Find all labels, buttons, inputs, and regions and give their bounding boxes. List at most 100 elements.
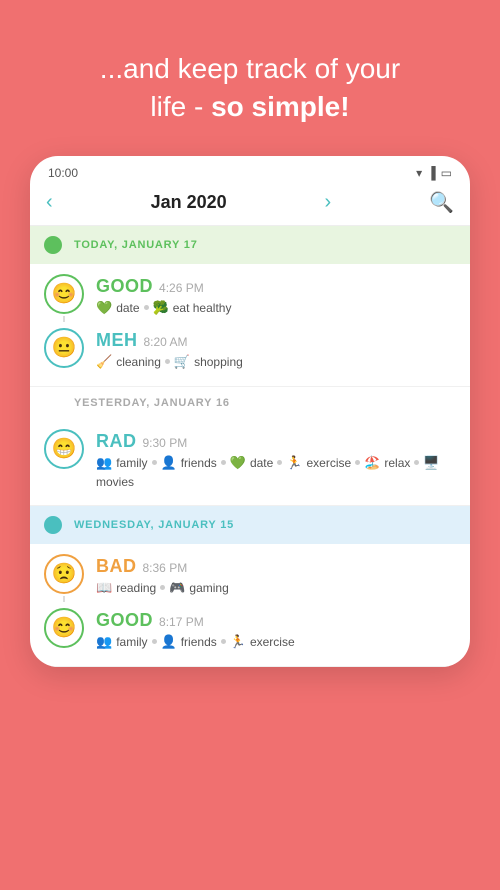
bad-mood-line: BAD 8:36 PM [96, 556, 456, 577]
tag-eathealthy: eat healthy [173, 301, 232, 315]
tag-icon-veg: 🥦 [153, 300, 169, 316]
tag-icon-heart2: 💚 [230, 455, 246, 471]
tag-friends: friends [181, 456, 217, 470]
dot3 [152, 460, 157, 465]
status-icons: ▾ ▐ ▭ [416, 166, 452, 180]
good2-content: GOOD 8:17 PM 👥 family 👤 friends 🏃 exerci… [96, 608, 456, 650]
good-time: 4:26 PM [159, 281, 204, 295]
search-button[interactable]: 🔍 [429, 190, 454, 215]
day-header-yesterday: YESTERDAY, JANUARY 16 [30, 387, 470, 419]
tag-icon-exercise2: 🏃 [230, 634, 246, 650]
next-month-button[interactable]: › [325, 191, 332, 214]
rad-content: RAD 9:30 PM 👥 family 👤 friends 💚 date 🏃 [96, 429, 456, 489]
entries-today: 😊 GOOD 4:26 PM 💚 date 🥦 eat healthy [30, 264, 470, 386]
rad-tags: 👥 family 👤 friends 💚 date 🏃 exercise 🏖️ [96, 455, 456, 489]
rad-mood-word: RAD [96, 431, 137, 452]
day-section-yesterday: YESTERDAY, JANUARY 16 😁 RAD 9:30 PM 👥 fa… [30, 387, 470, 506]
rad-time: 9:30 PM [143, 436, 188, 450]
tag-date2: date [250, 456, 273, 470]
meh-tags: 🧹 cleaning 🛒 shopping [96, 354, 456, 370]
tag-icon-relax: 🏖️ [364, 455, 380, 471]
phone-shell: 10:00 ▾ ▐ ▭ ‹ Jan 2020 › 🔍 TODAY, JANUAR… [30, 156, 470, 667]
day-header-today: TODAY, JANUARY 17 [30, 226, 470, 264]
tag-icon-exercise: 🏃 [286, 455, 302, 471]
day-header-wednesday: WEDNESDAY, JANUARY 15 [30, 506, 470, 544]
tag-icon-movies: 🖥️ [423, 455, 439, 471]
tag-icon-gaming: 🎮 [169, 580, 185, 596]
bad-tags: 📖 reading 🎮 gaming [96, 580, 456, 596]
good2-mood-line: GOOD 8:17 PM [96, 610, 456, 631]
dot2 [165, 359, 170, 364]
entry-good: 😊 GOOD 4:26 PM 💚 date 🥦 eat healthy [44, 268, 456, 322]
meh-mood-line: MEH 8:20 AM [96, 330, 456, 351]
status-time: 10:00 [48, 166, 78, 180]
rad-icon-wrap: 😁 [44, 429, 86, 471]
signal-icon: ▐ [427, 166, 436, 180]
bad-face: 😟 [44, 554, 84, 594]
today-dot [44, 236, 62, 254]
bad-icon-wrap: 😟 [44, 554, 86, 596]
dot6 [355, 460, 360, 465]
today-label: TODAY, JANUARY 17 [74, 239, 198, 251]
status-bar: 10:00 ▾ ▐ ▭ [30, 156, 470, 184]
meh-time: 8:20 AM [144, 335, 188, 349]
tag-relax: relax [384, 456, 410, 470]
battery-icon: ▭ [441, 166, 452, 180]
good-content: GOOD 4:26 PM 💚 date 🥦 eat healthy [96, 274, 456, 316]
tag-icon-reading: 📖 [96, 580, 112, 596]
day-section-wednesday: WEDNESDAY, JANUARY 15 😟 BAD 8:36 PM 📖 re… [30, 506, 470, 667]
dot4 [221, 460, 226, 465]
bad-mood-word: BAD [96, 556, 137, 577]
good-tags: 💚 date 🥦 eat healthy [96, 300, 456, 316]
dot10 [221, 639, 226, 644]
nav-bar: ‹ Jan 2020 › 🔍 [30, 184, 470, 226]
tag-icon-family: 👥 [96, 455, 112, 471]
meh-face: 😐 [44, 328, 84, 368]
tag-exercise2: exercise [250, 635, 295, 649]
tag-family2: family [116, 635, 147, 649]
rad-mood-line: RAD 9:30 PM [96, 431, 456, 452]
tag-cleaning: cleaning [116, 355, 161, 369]
tag-shopping: shopping [194, 355, 243, 369]
dot7 [414, 460, 419, 465]
day-section-today: TODAY, JANUARY 17 😊 GOOD 4:26 PM 💚 date [30, 226, 470, 387]
dot1 [144, 305, 149, 310]
nav-center: Jan 2020 [151, 192, 227, 213]
tag-icon-cart: 🛒 [174, 354, 190, 370]
meh-content: MEH 8:20 AM 🧹 cleaning 🛒 shopping [96, 328, 456, 370]
dot9 [152, 639, 157, 644]
tag-gaming: gaming [189, 581, 228, 595]
tag-icon-clean: 🧹 [96, 354, 112, 370]
dot5 [277, 460, 282, 465]
entry-meh: 😐 MEH 8:20 AM 🧹 cleaning 🛒 shopping [44, 322, 456, 376]
good2-mood-word: GOOD [96, 610, 153, 631]
header-section: ...and keep track of your life - so simp… [0, 0, 500, 156]
good-mood-word: GOOD [96, 276, 153, 297]
wifi-icon: ▾ [416, 166, 422, 180]
rad-face: 😁 [44, 429, 84, 469]
tag-exercise: exercise [306, 456, 351, 470]
entry-bad: 😟 BAD 8:36 PM 📖 reading 🎮 gaming [44, 548, 456, 602]
wednesday-dot [44, 516, 62, 534]
meh-icon-wrap: 😐 [44, 328, 86, 370]
tag-icon-heart: 💚 [96, 300, 112, 316]
header-line2-normal: life - [150, 91, 211, 122]
good2-face: 😊 [44, 608, 84, 648]
tag-icon-friends2: 👤 [161, 634, 177, 650]
yesterday-label: YESTERDAY, JANUARY 16 [74, 397, 230, 409]
prev-month-button[interactable]: ‹ [46, 191, 53, 214]
tag-family: family [116, 456, 147, 470]
dot8 [160, 585, 165, 590]
meh-mood-word: MEH [96, 330, 138, 351]
tag-movies: movies [96, 475, 134, 489]
tag-icon-family2: 👥 [96, 634, 112, 650]
entries-wednesday: 😟 BAD 8:36 PM 📖 reading 🎮 gaming [30, 544, 470, 666]
good2-time: 8:17 PM [159, 615, 204, 629]
entries-yesterday: 😁 RAD 9:30 PM 👥 family 👤 friends 💚 [30, 419, 470, 505]
good-icon-wrap: 😊 [44, 274, 86, 316]
good-mood-line: GOOD 4:26 PM [96, 276, 456, 297]
tag-date: date [116, 301, 139, 315]
good-face: 😊 [44, 274, 84, 314]
wednesday-label: WEDNESDAY, JANUARY 15 [74, 519, 234, 531]
tag-friends2: friends [181, 635, 217, 649]
